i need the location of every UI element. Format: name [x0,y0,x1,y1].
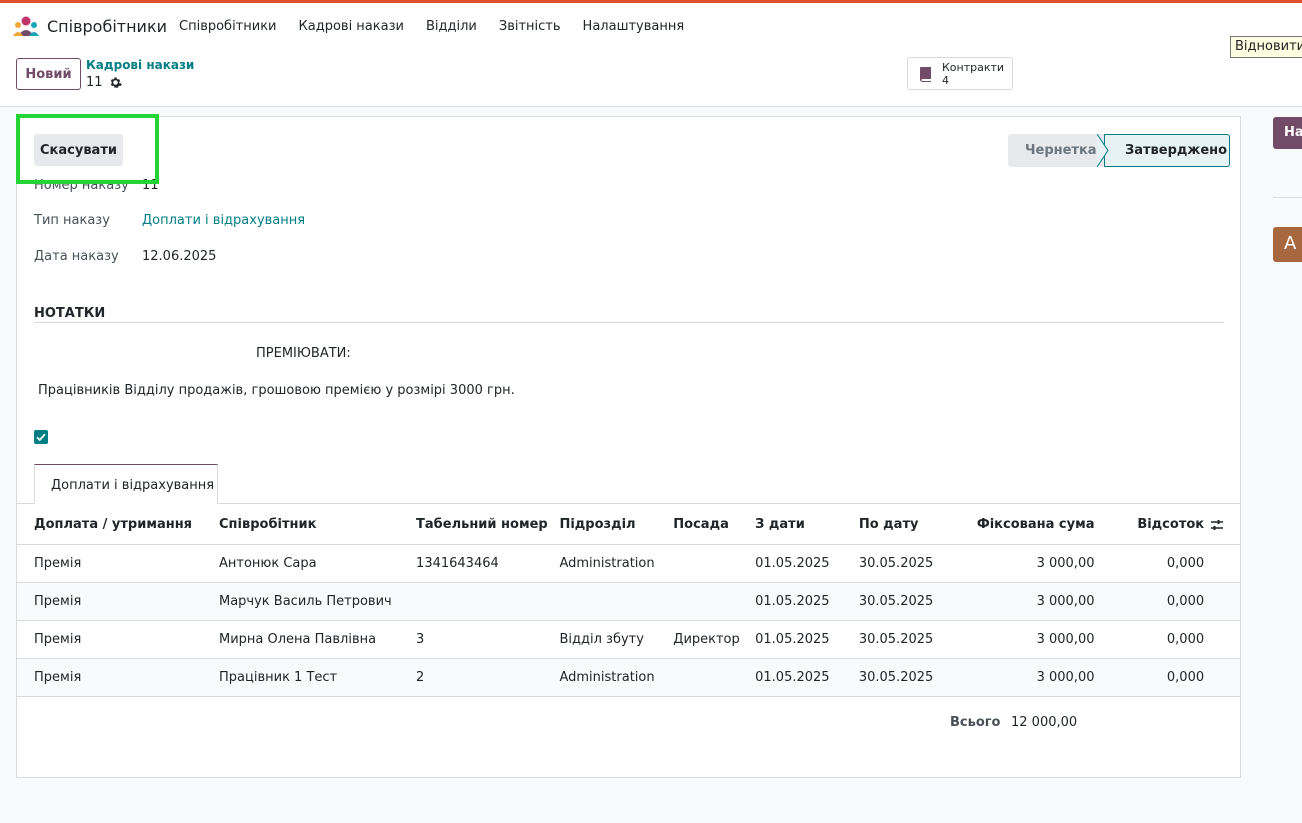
app-name[interactable]: Співробітники [47,17,167,36]
cell-fixed-amount[interactable]: 3 000,00 [933,620,1099,659]
new-button[interactable]: Новий [16,58,81,90]
breadcrumb-current: 11 [86,75,122,90]
cell-position[interactable] [673,582,756,621]
stage-arrow-icon [1097,134,1109,167]
cell-allowance[interactable]: Премія [17,620,219,659]
cell-position[interactable]: Директор [673,620,756,659]
cell-date-from[interactable]: 01.05.2025 [755,544,859,583]
cell-date-to[interactable]: 30.05.2025 [858,582,934,621]
chatter-button[interactable]: На [1273,117,1302,149]
cell-allowance[interactable]: Премія [17,582,219,621]
cell-employee[interactable]: Працівник 1 Тест [219,658,417,697]
table-row[interactable]: Премія Мирна Олена Павлівна 3 Відділ збу… [17,620,1240,659]
cell-date-to[interactable]: 30.05.2025 [858,658,934,697]
cell-department[interactable]: Administration [559,544,674,583]
breadcrumb-hr-orders[interactable]: Кадрові накази [86,58,194,72]
cell-personnel-number[interactable]: 1341643464 [416,544,560,583]
column-header-percent[interactable]: Відсоток [1098,506,1205,545]
contracts-smart-button[interactable]: Контракти 4 [907,57,1013,90]
column-header-fixed-amount[interactable]: Фіксована сума [933,506,1099,545]
contracts-count: 4 [942,73,949,87]
column-header-position[interactable]: Посада [673,506,756,545]
chatter-divider [1273,197,1302,198]
column-header-department[interactable]: Підрозділ [559,506,674,545]
cell-personnel-number[interactable]: 3 [416,620,560,659]
cell-personnel-number[interactable] [416,582,560,621]
column-header-date-to[interactable]: По дату [858,506,934,545]
cancel-button[interactable]: Скасувати [34,134,123,166]
notes-divider [34,322,1224,323]
column-header-personnel-number[interactable]: Табельний номер [416,506,560,545]
table-row[interactable]: Премія Працівник 1 Тест 2 Administration… [17,658,1240,697]
cell-percent[interactable]: 0,000 [1098,582,1205,621]
cell-date-to[interactable]: 30.05.2025 [858,620,934,659]
field-label-order-date: Дата наказу [34,249,119,264]
control-panel: Новий Кадрові накази 11 Контракти 4 [0,49,1302,107]
cell-percent[interactable]: 0,000 [1098,658,1205,697]
gear-icon[interactable] [109,76,122,89]
cell-personnel-number[interactable]: 2 [416,658,560,697]
main-navbar: Співробітники Співробітники Кадрові нака… [0,3,1302,49]
cell-department[interactable] [559,582,674,621]
menu-item-hr-orders[interactable]: Кадрові накази [299,19,404,34]
column-header-employee[interactable]: Співробітник [219,506,417,545]
book-icon [920,66,931,82]
tab-allowances-deductions[interactable]: Доплати і відрахування [34,464,218,504]
avatar: A [1273,227,1302,262]
field-label-order-number: Номер наказу [34,178,129,193]
field-label-order-type: Тип наказу [34,213,110,228]
menu-item-reporting[interactable]: Звітність [499,19,561,34]
cell-employee[interactable]: Мирна Олена Павлівна [219,620,417,659]
check-icon [36,433,46,442]
cell-department[interactable]: Administration [559,658,674,697]
cell-employee[interactable]: Марчук Василь Петрович [219,582,417,621]
table-header-row: Доплата / утримання Співробітник Табельн… [17,506,1240,545]
field-order-type[interactable]: Доплати і відрахування [142,213,305,228]
approved-checkbox[interactable] [34,430,48,444]
total-label: Всього [950,715,1001,730]
cell-date-from[interactable]: 01.05.2025 [755,582,859,621]
cell-allowance[interactable]: Премія [17,544,219,583]
tooltip: Відновити [1230,36,1302,58]
cell-date-from[interactable]: 01.05.2025 [755,620,859,659]
cell-date-to[interactable]: 30.05.2025 [858,544,934,583]
column-header-date-from[interactable]: З дати [755,506,859,545]
cell-date-from[interactable]: 01.05.2025 [755,658,859,697]
cell-fixed-amount[interactable]: 3 000,00 [933,544,1099,583]
column-header-allowance[interactable]: Доплата / утримання [17,506,219,545]
stage-approved[interactable]: Затверджено [1104,134,1230,167]
menu-item-settings[interactable]: Налаштування [583,19,685,34]
table-row[interactable]: Премія Марчук Василь Петрович 01.05.2025… [17,582,1240,621]
cell-employee[interactable]: Антонюк Сара [219,544,417,583]
cell-percent[interactable]: 0,000 [1098,620,1205,659]
stage-draft-label: Чернетка [1025,143,1097,158]
stage-approved-label: Затверджено [1125,143,1228,158]
notes-line-1[interactable]: ПРЕМІЮВАТИ: [256,346,351,361]
cell-position[interactable] [673,658,756,697]
cell-position[interactable] [673,544,756,583]
contracts-label: Контракти [942,60,1005,74]
stage-draft[interactable]: Чернетка [1008,134,1104,167]
cell-allowance[interactable]: Премія [17,658,219,697]
top-menu: Співробітники Кадрові накази Відділи Зві… [179,19,706,34]
lines-table: Доплата / утримання Співробітник Табельн… [17,506,1240,697]
notes-title: НОТАТКИ [34,306,106,321]
menu-item-departments[interactable]: Відділи [426,19,477,34]
optional-columns-toggle[interactable] [1204,506,1240,545]
cell-fixed-amount[interactable]: 3 000,00 [933,582,1099,621]
employees-app-icon[interactable] [13,16,39,36]
cell-fixed-amount[interactable]: 3 000,00 [933,658,1099,697]
sliders-icon [1211,519,1224,530]
notes-line-2[interactable]: Працівників Відділу продажів, грошовою п… [38,383,515,398]
status-bar: Чернетка Затверджено [1008,134,1230,167]
menu-item-employees[interactable]: Співробітники [179,19,277,34]
record-name: 11 [86,75,103,90]
cell-percent[interactable]: 0,000 [1098,544,1205,583]
table-row[interactable]: Премія Антонюк Сара 1341643464 Administr… [17,544,1240,583]
field-order-date: 12.06.2025 [142,249,217,264]
cell-department[interactable]: Відділ збуту [559,620,674,659]
field-order-number: 11 [142,178,159,193]
form-sheet: Скасувати Чернетка Затверджено Номер нак… [16,114,1241,778]
total-value: 12 000,00 [1011,715,1078,730]
